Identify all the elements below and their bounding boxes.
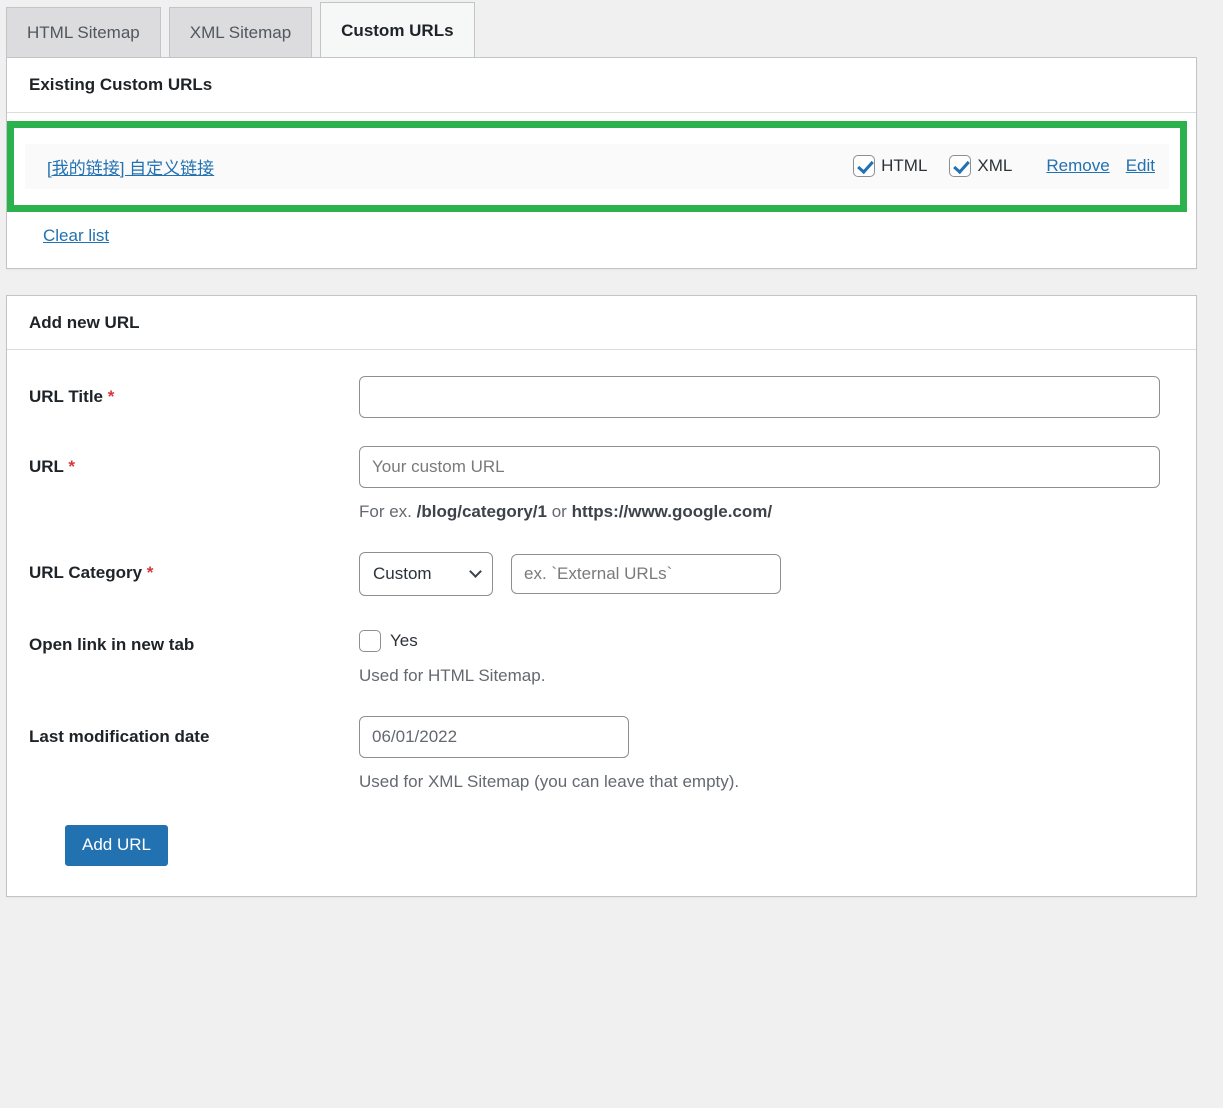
- label-text: URL Title: [29, 387, 103, 406]
- field-row-open-new-tab: Open link in new tab Yes Used for HTML S…: [7, 624, 1196, 688]
- url-category-select[interactable]: Custom: [359, 551, 493, 596]
- required-asterisk: *: [68, 457, 75, 476]
- url-category-label: URL Category *: [29, 552, 359, 583]
- url-category-selected-value: Custom: [373, 563, 432, 583]
- add-panel-title: Add new URL: [7, 296, 1196, 350]
- tab-label: Custom URLs: [341, 20, 454, 40]
- add-new-url-panel: Add new URL URL Title * URL * Your custo…: [6, 294, 1197, 897]
- field-row-submit: Add URL: [7, 821, 1196, 866]
- checkbox-icon[interactable]: [359, 629, 381, 652]
- tab-custom-urls[interactable]: Custom URLs: [320, 2, 475, 57]
- field-row-url: URL * For ex. /blog/category/1 or https:…: [7, 446, 1196, 524]
- hint-example-absolute: https://www.google.com/: [571, 502, 773, 521]
- existing-panel-title: Existing Custom URLs: [7, 58, 1196, 113]
- chevron-down-icon: [469, 564, 482, 578]
- highlight-outline: [我的链接] 自定义链接 HTML XML Remove Edit: [7, 120, 1187, 212]
- tab-xml-sitemap[interactable]: XML Sitemap: [168, 7, 313, 57]
- label-text: URL Category: [29, 562, 143, 582]
- custom-url-link[interactable]: [我的链接] 自定义链接: [47, 154, 214, 179]
- last-modification-date-hint: Used for XML Sitemap (you can leave that…: [359, 771, 740, 791]
- tab-label: XML Sitemap: [189, 23, 292, 42]
- xml-checkbox-label[interactable]: XML: [949, 155, 1012, 177]
- hint-example-path: /blog/category/1: [416, 502, 547, 521]
- last-modification-date-label: Last modification date: [29, 726, 210, 746]
- required-asterisk: *: [146, 562, 154, 582]
- existing-custom-urls-panel: Existing Custom URLs [我的链接] 自定义链接 HTML X…: [6, 57, 1197, 269]
- url-label: URL *: [29, 446, 359, 477]
- url-input[interactable]: [359, 446, 1160, 488]
- custom-url-list: [我的链接] 自定义链接 HTML XML Remove Edit Clear …: [7, 113, 1196, 268]
- tab-label: HTML Sitemap: [27, 23, 140, 42]
- field-row-last-modification-date: Last modification date Used for XML Site…: [7, 715, 1196, 794]
- open-new-tab-hint: Used for HTML Sitemap.: [359, 665, 546, 685]
- xml-label: XML: [977, 156, 1013, 175]
- add-url-button[interactable]: Add URL: [65, 825, 168, 866]
- tab-bar: HTML Sitemap XML Sitemap Custom URLs: [0, 0, 1223, 57]
- url-title-label: URL Title *: [29, 376, 359, 407]
- row-controls: HTML XML Remove Edit: [853, 155, 1155, 177]
- url-hint: For ex. /blog/category/1 or https://www.…: [359, 500, 1160, 524]
- hint-join: or: [547, 502, 572, 521]
- open-new-tab-label: Open link in new tab: [29, 634, 195, 654]
- checkbox-icon[interactable]: [949, 155, 972, 177]
- required-asterisk: *: [107, 387, 115, 406]
- tab-html-sitemap[interactable]: HTML Sitemap: [6, 7, 161, 57]
- open-new-tab-checkbox-label[interactable]: Yes: [359, 624, 1160, 652]
- clear-list-link[interactable]: Clear list: [43, 226, 109, 246]
- label-text: URL: [29, 457, 64, 476]
- hint-prefix: For ex.: [359, 502, 417, 521]
- checkbox-icon[interactable]: [853, 155, 876, 177]
- url-title-input[interactable]: [359, 376, 1160, 418]
- field-row-url-title: URL Title *: [7, 376, 1196, 418]
- remove-link[interactable]: Remove: [1046, 156, 1109, 176]
- last-modification-date-input[interactable]: [359, 715, 629, 758]
- edit-link[interactable]: Edit: [1126, 156, 1155, 176]
- add-url-form: URL Title * URL * For ex. /blog/category…: [7, 350, 1196, 896]
- table-row: [我的链接] 自定义链接 HTML XML Remove Edit: [25, 143, 1169, 189]
- field-row-url-category: URL Category * Custom: [7, 551, 1196, 596]
- html-label: HTML: [881, 156, 928, 175]
- checkbox-text: Yes: [390, 630, 418, 650]
- html-checkbox-label[interactable]: HTML: [853, 155, 927, 177]
- url-category-custom-input[interactable]: [511, 553, 781, 594]
